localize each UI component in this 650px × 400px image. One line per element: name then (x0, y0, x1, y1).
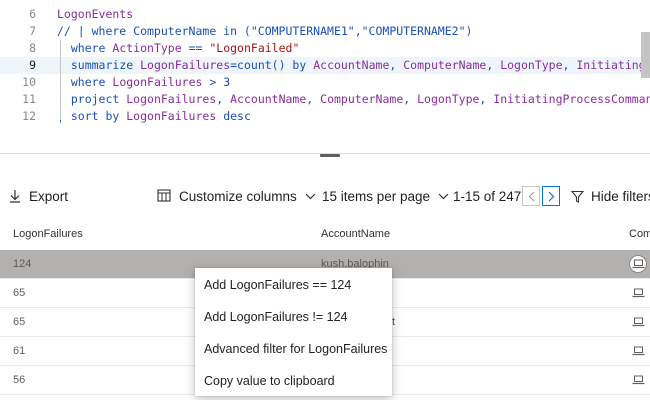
code-token: sort by (70, 109, 127, 123)
code-line[interactable]: 10 | where LogonFailures > 3 (0, 74, 650, 91)
code-token: LogonFailures (112, 75, 210, 89)
download-icon (9, 189, 21, 203)
column-header-logonfailures[interactable]: LogonFailures (13, 228, 83, 240)
code-token: , (306, 92, 321, 106)
cell-logonfailures[interactable]: 124 (13, 250, 31, 278)
chevron-down-icon (438, 193, 449, 200)
code-token: , (216, 92, 231, 106)
code-text: // | where ComputerName in ("COMPUTERNAM… (57, 23, 472, 40)
export-button[interactable]: Export (9, 180, 68, 212)
menu-item-advanced-filter[interactable]: Advanced filter for LogonFailures (195, 333, 392, 365)
line-number: 11 (22, 92, 36, 106)
code-token: , (389, 58, 404, 72)
cell-logonfailures[interactable]: 56 (13, 366, 25, 394)
laptop-icon[interactable] (629, 313, 647, 331)
menu-item-add-equals-filter[interactable]: Add LogonFailures == 124 (195, 269, 392, 301)
code-text: | summarize LogonFailures=count() by Acc… (57, 57, 650, 74)
resize-handle[interactable] (320, 154, 340, 157)
chevron-right-icon (542, 186, 560, 206)
code-token: where (70, 75, 113, 89)
customize-columns-label: Customize columns (179, 188, 297, 204)
column-header-computername[interactable]: Com (629, 228, 650, 240)
code-token: // | where ComputerName in ("COMPUTERNAM… (57, 24, 473, 38)
code-token: desc (223, 109, 251, 123)
line-number: 8 (29, 41, 36, 55)
next-page-button[interactable] (542, 180, 560, 212)
cell-logonfailures[interactable]: 65 (13, 308, 25, 336)
code-token: project (70, 92, 127, 106)
code-token: ActionType (112, 41, 189, 55)
previous-page-button[interactable] (522, 180, 540, 212)
pagination-range-label: 1-15 of 247 (453, 188, 522, 204)
laptop-icon[interactable] (629, 284, 647, 302)
code-line[interactable]: 11 | project LogonFailures, AccountName, … (0, 91, 650, 108)
code-text: | where ActionType == "LogonFailed" (57, 40, 299, 57)
code-token: ComputerName (403, 58, 487, 72)
laptop-icon[interactable] (629, 255, 647, 273)
code-token: LogonType (500, 58, 563, 72)
code-token: InitiatingPr (576, 58, 650, 72)
line-number: 10 (22, 75, 36, 89)
code-line[interactable]: 6 LogonEvents (0, 6, 650, 23)
cell-accountname[interactable]: t (392, 308, 395, 336)
code-token: ComputerName (320, 92, 404, 106)
code-line[interactable]: 8 | where ActionType == "LogonFailed" (0, 40, 650, 57)
items-per-page-dropdown[interactable]: 15 items per page (322, 180, 449, 212)
code-token: > 3 (209, 75, 231, 89)
editor-scrollbar[interactable] (641, 32, 650, 78)
code-line[interactable]: 9 | summarize LogonFailures=count() by Ac… (0, 57, 650, 74)
column-header-accountname[interactable]: AccountName (321, 228, 390, 240)
export-label: Export (29, 188, 69, 204)
code-token: AccountName (313, 58, 390, 72)
line-number: 12 (22, 109, 36, 123)
code-token: LogonFailures (126, 109, 224, 123)
code-token: LogonEvents (57, 7, 134, 21)
cell-logonfailures[interactable]: 61 (13, 337, 25, 365)
columns-icon (157, 189, 172, 203)
code-text: LogonEvents (57, 6, 133, 23)
code-token: =count() by (230, 58, 314, 72)
code-line[interactable]: 7 // | where ComputerName in ("COMPUTERNA… (0, 23, 650, 40)
code-token: == (188, 41, 210, 55)
code-token: , (479, 92, 494, 106)
pagination-range: 1-15 of 247 (453, 180, 521, 212)
code-token: , (562, 58, 577, 72)
query-editor[interactable]: 6 LogonEvents 7 // | where ComputerName in … (0, 0, 650, 150)
code-token: "LogonFailed" (209, 41, 300, 55)
code-line[interactable]: 12 | sort by LogonFailures desc (0, 108, 650, 125)
hide-filters-button[interactable]: Hide filters (571, 180, 650, 212)
filter-icon (571, 190, 584, 203)
customize-columns-button[interactable]: Customize columns (157, 180, 316, 212)
chevron-left-icon (522, 186, 540, 206)
chevron-down-icon (305, 193, 316, 200)
indent-guide (60, 40, 61, 120)
code-token: LogonFailures (126, 92, 217, 106)
code-token: where (70, 41, 113, 55)
code-token: InitiatingProcessCommand (493, 92, 650, 106)
code-token: , (486, 58, 501, 72)
code-text: | project LogonFailures, AccountName, Co… (57, 91, 650, 108)
hide-filters-label: Hide filters (591, 188, 650, 204)
line-number: 9 (29, 58, 36, 72)
menu-item-copy-value[interactable]: Copy value to clipboard (195, 365, 392, 397)
items-per-page-label: 15 items per page (322, 188, 431, 204)
code-token: , (403, 92, 418, 106)
menu-item-add-not-equals-filter[interactable]: Add LogonFailures != 124 (195, 301, 392, 333)
code-token: LogonFailures (140, 58, 231, 72)
context-menu: Add LogonFailures == 124 Add LogonFailur… (195, 268, 392, 396)
line-number: 7 (29, 24, 36, 38)
results-toolbar: Export Customize columns 15 items per pa… (0, 180, 650, 212)
line-number: 6 (29, 7, 36, 21)
code-text: | where LogonFailures > 3 (57, 74, 230, 91)
laptop-icon[interactable] (629, 342, 647, 360)
code-token: summarize (70, 58, 141, 72)
code-token: AccountName (230, 92, 307, 106)
code-token: LogonType (417, 92, 480, 106)
code-text: | sort by LogonFailures desc (57, 108, 251, 125)
laptop-icon[interactable] (629, 371, 647, 389)
cell-logonfailures[interactable]: 65 (13, 279, 25, 307)
